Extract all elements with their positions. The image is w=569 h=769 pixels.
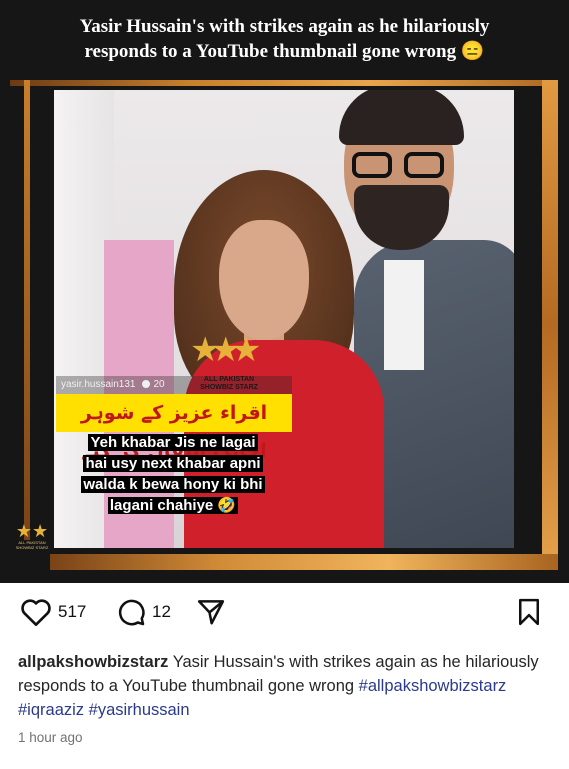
share-button[interactable] [196,597,226,627]
headline-line-1: Yasir Hussain's with strikes again as he… [79,16,490,37]
overlay-handle: yasir.hussain131 [61,379,136,390]
action-bar: 517 12 [0,583,569,647]
overlay-english-line: walda k bewa hony ki bhi [81,476,265,493]
logo-text: ALL PAKISTAN SHOWBIZ STARZ [15,540,49,550]
verified-dot-icon [141,380,150,389]
overlay-handle-suffix: 20 [153,379,165,390]
overlay-english-line: Yeh khabar Jis ne lagai [88,434,258,451]
caption-username[interactable]: allpakshowbizstarz [18,653,168,671]
post-details: allpakshowbizstarz Yasir Hussain's with … [18,650,548,745]
comment-count: 12 [152,602,171,621]
post-headline: Yasir Hussain's with strikes again as he… [0,14,569,64]
overlay-english-line: lagani chahiye 🤣 [107,497,239,514]
overlay-english-text: Yeh khabar Jis ne lagai hai usy next kha… [62,432,284,516]
hashtag-link[interactable]: #allpakshowbizstarz [359,677,507,695]
stars-decoration-icon: ★★★ [190,331,262,369]
comment-bubble-icon [118,599,145,626]
overlay-urdu-headline: اقراء عزیز کے شوہر اچانک انتقال کر گئے [56,394,292,462]
send-icon [197,600,225,625]
post-caption: allpakshowbizstarz Yasir Hussain's with … [18,650,548,722]
brand-logo: ★★ ALL PAKISTAN SHOWBIZ STARZ [14,522,50,568]
bookmark-icon [519,598,539,626]
overlay-brand: ALL PAKISTAN SHOWBIZ STARZ [200,376,258,391]
heart-icon [21,599,51,627]
post-timestamp: 1 hour ago [18,730,83,745]
logo-stars-icon: ★★ [15,521,49,541]
save-button[interactable] [514,597,544,627]
like-button[interactable]: 517 [20,597,86,627]
overlay-english-line: hai usy next khabar apni [83,455,263,472]
comment-button[interactable]: 12 [116,597,171,627]
hashtag-link[interactable]: #iqraaziz [18,701,84,719]
post-image[interactable]: Yasir Hussain's with strikes again as he… [0,0,569,583]
thumbnail-overlay: yasir.hussain131 20 ALL PAKISTAN SHOWBIZ … [56,376,292,522]
hashtag-link[interactable]: #yasirhussain [89,701,190,719]
overlay-handle-row: yasir.hussain131 20 ALL PAKISTAN SHOWBIZ … [56,376,292,394]
like-count: 517 [58,602,87,621]
headline-line-2: responds to a YouTube thumbnail gone wro… [84,41,485,62]
